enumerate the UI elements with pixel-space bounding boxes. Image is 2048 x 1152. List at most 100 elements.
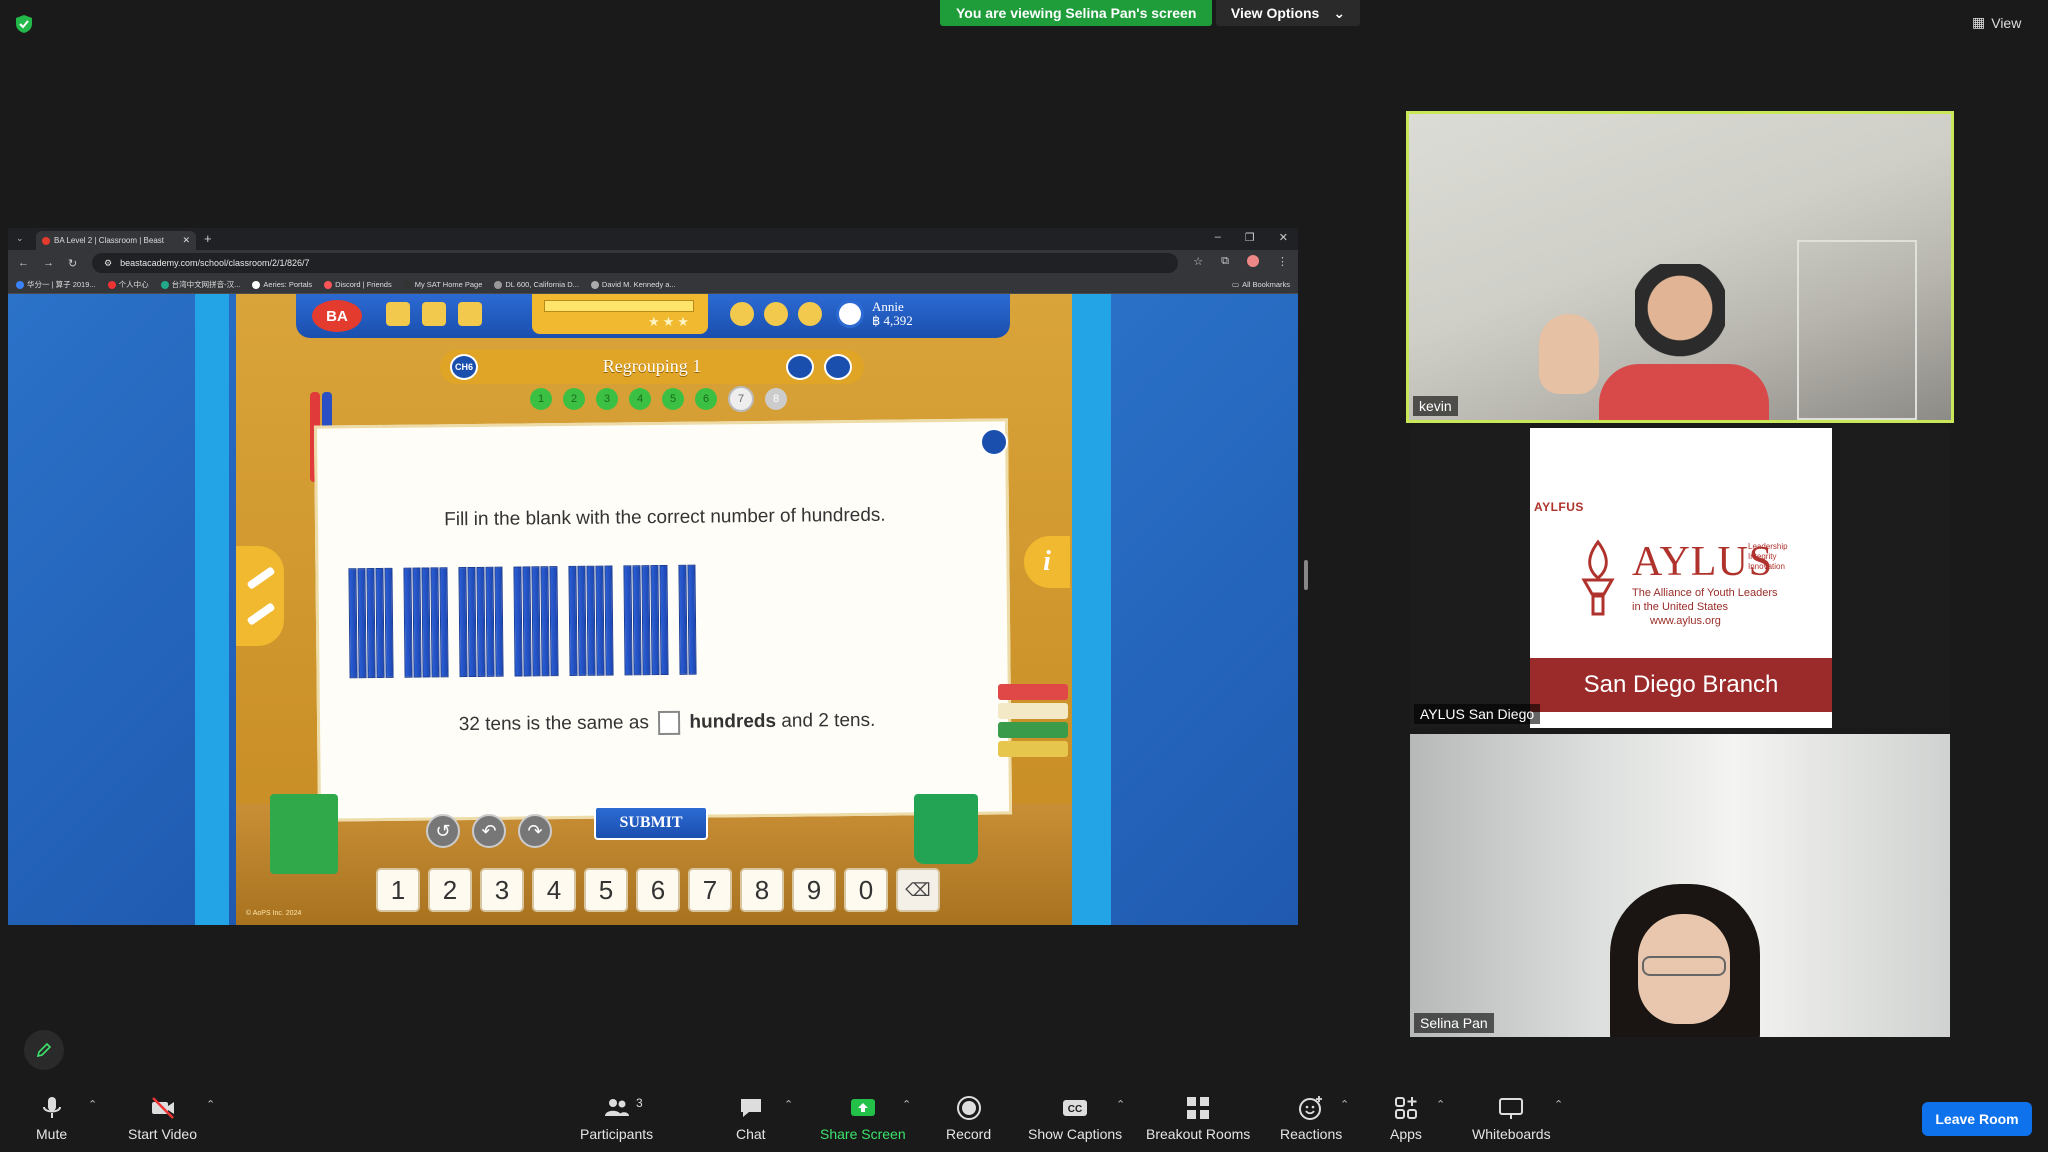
ten-rod [522, 566, 532, 677]
backspace-key-icon[interactable]: ⌫ [896, 868, 940, 912]
pencil-tool-icon[interactable] [246, 566, 276, 590]
keypad-key[interactable]: 7 [688, 868, 732, 912]
eraser-tool-icon[interactable] [246, 602, 276, 626]
keypad-key[interactable]: 8 [740, 868, 784, 912]
help-icon[interactable] [764, 302, 788, 326]
keypad-key[interactable]: 5 [584, 868, 628, 912]
keypad-key[interactable]: 3 [480, 868, 524, 912]
puzzle-icon[interactable] [458, 302, 482, 326]
all-bookmarks[interactable]: ▭ All Bookmarks [1232, 280, 1290, 289]
ten-rod [659, 564, 669, 676]
back-icon[interactable]: ← [18, 257, 29, 269]
bookmark-item[interactable]: 个人中心 [107, 279, 149, 290]
problem-dot[interactable]: 4 [629, 388, 651, 410]
user-profile[interactable]: Annie ฿ 4,392 [836, 300, 913, 328]
aylus-branch-band: San Diego Branch [1530, 658, 1832, 712]
whiteboards-options-caret-icon[interactable]: ⌃ [1554, 1098, 1563, 1111]
redo-icon[interactable]: ↷ [518, 814, 552, 848]
captions-options-caret-icon[interactable]: ⌃ [1116, 1098, 1125, 1111]
apps-options-caret-icon[interactable]: ⌃ [1436, 1098, 1445, 1111]
annotate-pen-icon[interactable] [24, 1030, 64, 1070]
mute-button[interactable]: Mute [36, 1094, 67, 1142]
browser-tab[interactable]: BA Level 2 | Classroom | Beast ✕ [36, 231, 196, 250]
problem-dot-current[interactable]: 7 [728, 386, 754, 412]
view-button[interactable]: ▦ View [1972, 14, 2021, 31]
bookmark-item[interactable]: Aeries: Portals [252, 280, 312, 289]
browser-menu-icon[interactable]: ⋮ [1277, 255, 1288, 268]
restore-icon[interactable]: ❐ [1245, 231, 1255, 244]
bookmark-item[interactable]: 华分一 | 算子 2019... [16, 279, 96, 290]
extensions-icon[interactable]: ⧉ [1221, 255, 1229, 268]
problem-dot[interactable]: 8 [765, 388, 787, 410]
ba-logo[interactable]: BA [312, 300, 362, 332]
bookmark-item[interactable]: David M. Kennedy a... [590, 280, 676, 289]
submit-button[interactable]: SUBMIT [594, 806, 708, 840]
keypad-key[interactable]: 1 [376, 868, 420, 912]
keypad-key[interactable]: 2 [428, 868, 472, 912]
share-options-caret-icon[interactable]: ⌃ [902, 1098, 911, 1111]
reset-icon[interactable]: ↺ [426, 814, 460, 848]
problem-dot[interactable]: 5 [662, 388, 684, 410]
new-tab-icon[interactable]: + [204, 231, 212, 246]
bookmark-item[interactable]: 台湾中文网拼音-汉... [160, 279, 240, 290]
chat-button[interactable]: Chat [736, 1094, 766, 1142]
chat-options-caret-icon[interactable]: ⌃ [784, 1098, 793, 1111]
address-bar[interactable]: ⚙ beastacademy.com/school/classroom/2/1/… [92, 253, 1178, 273]
trophy-icon[interactable] [730, 302, 754, 326]
problem-dot[interactable]: 2 [563, 388, 585, 410]
site-info-icon[interactable]: ⚙ [104, 258, 112, 269]
reactions-button[interactable]: Reactions [1280, 1094, 1342, 1142]
video-options-caret-icon[interactable]: ⌃ [206, 1098, 215, 1111]
ten-rod [476, 566, 486, 677]
answer-blank-input[interactable] [658, 710, 681, 736]
problem-dot[interactable]: 6 [695, 388, 717, 410]
reading-book-icon[interactable] [824, 354, 852, 380]
forward-icon[interactable]: → [43, 257, 54, 269]
bookmark-star-icon[interactable]: ☆ [1193, 255, 1203, 268]
reactions-options-caret-icon[interactable]: ⌃ [1340, 1098, 1349, 1111]
record-button[interactable]: Record [946, 1094, 991, 1142]
security-shield-icon[interactable] [14, 14, 34, 34]
keypad-key[interactable]: 0 [844, 868, 888, 912]
breakout-rooms-button[interactable]: Breakout Rooms [1146, 1094, 1250, 1142]
books-icon[interactable] [422, 302, 446, 326]
bookmark-item[interactable]: Discord | Friends [324, 280, 392, 289]
apps-button[interactable]: Apps [1390, 1094, 1422, 1142]
keypad-key[interactable]: 4 [532, 868, 576, 912]
video-tile-kevin[interactable]: kevin [1406, 111, 1954, 423]
play-video-icon[interactable] [786, 354, 814, 380]
ten-rod [632, 565, 642, 676]
start-video-button[interactable]: Start Video [128, 1094, 197, 1142]
favicon-icon [42, 236, 50, 245]
share-screen-button[interactable]: Share Screen [820, 1094, 906, 1142]
audio-speaker-icon[interactable] [980, 428, 1008, 456]
home-icon[interactable] [386, 302, 410, 326]
keypad-key[interactable]: 6 [636, 868, 680, 912]
reload-icon[interactable]: ↻ [68, 257, 77, 270]
undo-icon[interactable]: ↶ [472, 814, 506, 848]
minimize-icon[interactable]: – [1215, 231, 1221, 244]
bookmark-item[interactable]: My SAT Home Page [403, 280, 482, 289]
nav-utility-icons [730, 302, 822, 326]
keypad-key[interactable]: 9 [792, 868, 836, 912]
viewing-screen-banner: You are viewing Selina Pan's screen [940, 0, 1213, 26]
view-options-button[interactable]: View Options ⌄ [1216, 0, 1360, 26]
profile-avatar[interactable] [1247, 255, 1259, 267]
panel-resize-handle[interactable] [1304, 560, 1308, 590]
bookmark-item[interactable]: DL 600, California D... [494, 280, 579, 289]
problem-dot[interactable]: 1 [530, 388, 552, 410]
settings-gear-icon[interactable] [798, 302, 822, 326]
leave-room-button[interactable]: Leave Room [1922, 1102, 2032, 1136]
video-tile-selina[interactable]: Selina Pan [1410, 734, 1950, 1037]
tab-search-icon[interactable]: ⌄ [16, 233, 24, 244]
problem-dot[interactable]: 3 [596, 388, 618, 410]
bookmark-favicon-icon [160, 280, 169, 289]
video-tile-aylus[interactable]: AYLFUS AYLUS Leadership Integrity Innova… [1410, 428, 1950, 728]
whiteboards-button[interactable]: Whiteboards [1472, 1094, 1551, 1142]
mute-options-caret-icon[interactable]: ⌃ [88, 1098, 97, 1111]
book-decor [998, 703, 1068, 719]
close-tab-icon[interactable]: ✕ [182, 235, 190, 246]
show-captions-button[interactable]: CC Show Captions [1028, 1094, 1122, 1142]
close-window-icon[interactable]: ✕ [1279, 231, 1288, 244]
info-tab[interactable]: i [1024, 536, 1070, 588]
